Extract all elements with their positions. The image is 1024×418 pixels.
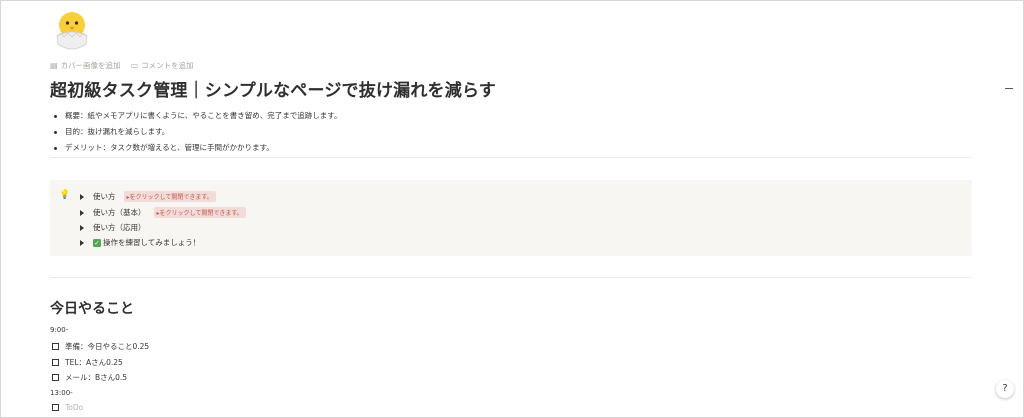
todo-item-placeholder[interactable]: ToDo xyxy=(52,403,83,412)
toggle-usage[interactable]: 使い方 ▸をクリックして開閉できます。 xyxy=(80,191,216,202)
time-label[interactable]: 9:00- xyxy=(50,326,68,334)
toggle-label: 操作を練習してみましょう！ xyxy=(103,238,201,247)
todo-text: 準備：今日やること0.25 xyxy=(65,342,150,351)
summary-list: 概要：紙やメモアプリに書くように、やることを書き留め、完了まで追跡します。 目的… xyxy=(50,108,342,156)
list-item-text: デメリット：タスク数が増えると、管理に手間がかかります。 xyxy=(65,143,274,152)
hint-badge: ▸をクリックして開閉できます。 xyxy=(153,207,246,218)
bullet-icon xyxy=(54,130,57,134)
checkbox[interactable] xyxy=(52,404,59,411)
bullet-icon xyxy=(54,114,57,118)
todo-item[interactable]: 準備：今日やること0.25 xyxy=(52,341,149,352)
lightbulb-icon: 💡 xyxy=(59,190,71,200)
checkbox[interactable] xyxy=(52,374,59,381)
list-item[interactable]: 概要：紙やメモアプリに書くように、やることを書き留め、完了まで追跡します。 xyxy=(50,108,342,124)
toggle-usage-basic[interactable]: 使い方（基本） ▸をクリックして開閉できます。 xyxy=(80,207,246,218)
list-item[interactable]: 目的：抜け漏れを減らします。 xyxy=(50,124,342,140)
checkbox[interactable] xyxy=(52,359,59,366)
bullet-icon xyxy=(54,146,57,150)
toggle-label: 使い方 xyxy=(93,192,116,201)
add-comment-button[interactable]: ▭ コメントを追加 xyxy=(131,60,194,71)
todo-item[interactable]: メール：Bさん0.5 xyxy=(52,372,127,383)
section-heading-today[interactable]: 今日やること xyxy=(50,298,134,318)
list-item-text: 目的：抜け漏れを減らします。 xyxy=(65,127,170,136)
list-item-text: 概要：紙やメモアプリに書くように、やることを書き留め、完了まで追跡します。 xyxy=(65,111,342,120)
add-cover-button[interactable]: ▤ カバー画像を追加 xyxy=(50,60,121,71)
divider xyxy=(50,277,972,278)
toggle-triangle-icon[interactable] xyxy=(80,239,84,246)
collapse-toc-icon[interactable] xyxy=(1005,88,1013,90)
hint-badge: ▸をクリックして開閉できます。 xyxy=(123,191,216,202)
list-item[interactable]: デメリット：タスク数が増えると、管理に手間がかかります。 xyxy=(50,140,342,156)
toggle-label: 使い方（応用） xyxy=(93,223,146,232)
comment-icon: ▭ xyxy=(130,60,139,70)
todo-placeholder-text: ToDo xyxy=(65,403,84,412)
page-meta-actions: ▤ カバー画像を追加 ▭ コメントを追加 xyxy=(50,60,194,71)
toggle-triangle-icon[interactable] xyxy=(80,193,84,200)
usage-callout[interactable]: 💡 使い方 ▸をクリックして開閉できます。 使い方（基本） ▸をクリックして開閉… xyxy=(50,180,972,256)
time-label[interactable]: 13:00- xyxy=(50,389,73,397)
add-comment-label: コメントを追加 xyxy=(141,61,194,70)
page-title[interactable]: 超初級タスク管理｜シンプルなページで抜け漏れを減らす xyxy=(50,76,496,101)
image-icon: ▤ xyxy=(50,60,58,70)
todo-text: TEL：Aさん0.25 xyxy=(65,358,123,367)
hatching-chick-icon[interactable] xyxy=(50,8,94,54)
toggle-usage-advanced[interactable]: 使い方（応用） xyxy=(80,222,146,233)
toggle-triangle-icon[interactable] xyxy=(80,224,84,231)
todo-text: メール：Bさん0.5 xyxy=(65,373,128,382)
toggle-practice[interactable]: ✓ 操作を練習してみましょう！ xyxy=(80,237,200,248)
check-mark-icon: ✓ xyxy=(93,238,101,247)
toggle-triangle-icon[interactable] xyxy=(80,209,84,216)
checkbox[interactable] xyxy=(52,343,59,350)
add-cover-label: カバー画像を追加 xyxy=(60,61,121,70)
toggle-label: 使い方（基本） xyxy=(93,208,146,217)
todo-item[interactable]: TEL：Aさん0.25 xyxy=(52,357,123,368)
divider xyxy=(50,157,972,158)
help-button[interactable]: ? xyxy=(996,380,1014,398)
